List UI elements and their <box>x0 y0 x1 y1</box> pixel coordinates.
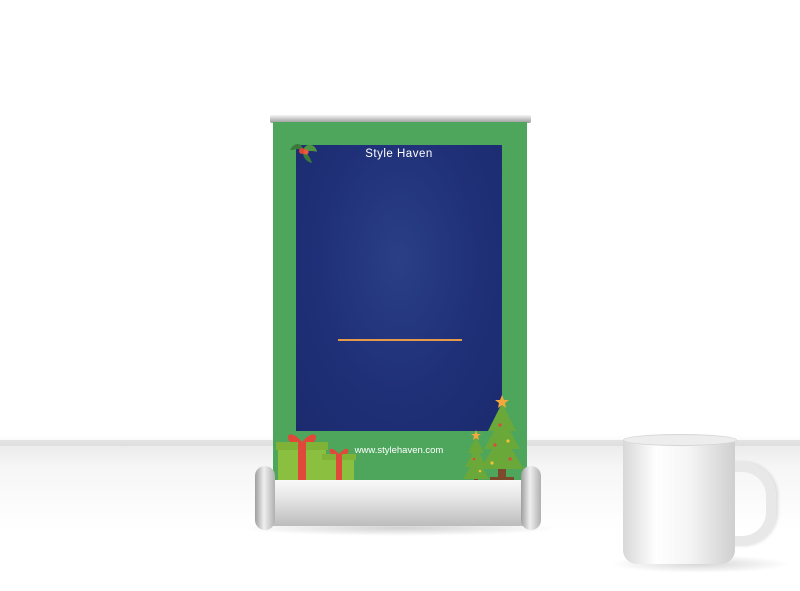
banner-panel <box>296 145 502 431</box>
mockup-scene: Style Haven www.stylehaven.com <box>0 0 800 591</box>
brand-name: Style Haven <box>365 148 433 160</box>
banner-stand-base <box>255 466 541 530</box>
stand-cap-left <box>255 466 275 530</box>
mug-rim <box>623 434 737 446</box>
stand-bar <box>265 480 531 526</box>
coffee-mug-icon <box>623 438 735 564</box>
stand-cap-right <box>521 466 541 530</box>
divider-line <box>338 339 462 341</box>
